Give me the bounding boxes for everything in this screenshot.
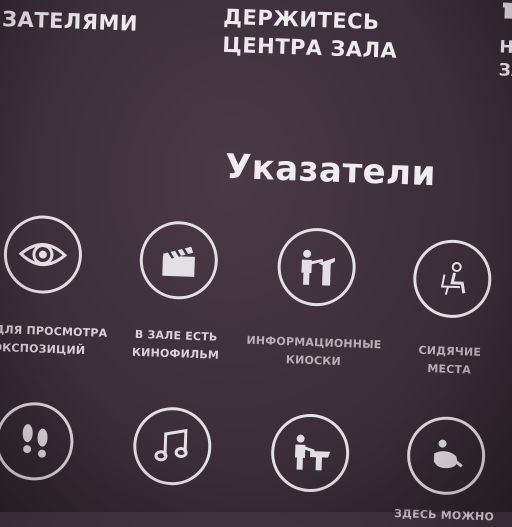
caption-info-kiosks: ИНФОРМАЦИОННЫЕ КИОСКИ <box>246 333 382 368</box>
seat-icon-circle <box>411 238 493 320</box>
footprints-icon-circle <box>0 401 75 482</box>
top-left-text: ТЕ ЗАТЕЛЯМИ <box>1 0 139 37</box>
seat-icon <box>440 262 466 295</box>
caption-seats: СИДЯЧИЕ МЕСТА <box>418 343 482 377</box>
clapperboard-icon <box>162 246 195 277</box>
top-center-text: ДЕРЖИТЕСЬ ЦЕНТРА ЗАЛА <box>221 4 398 64</box>
info-kiosk-icon <box>301 249 335 286</box>
music-note-icon-circle <box>131 405 213 487</box>
top-right-text: НЕ ЗА <box>498 37 512 82</box>
clapperboard-icon-circle <box>138 219 220 301</box>
section-heading: Указатели <box>224 146 437 195</box>
info-kiosk-icon-circle <box>276 226 357 308</box>
music-note-icon <box>154 428 188 462</box>
caption-lounging: ЗДЕСЬ МОЖНО <box>393 506 495 524</box>
caption-view-exhibits: ТО ДЛЯ ПРОСМОТРА ЭКСПОЗИЦИЙ <box>0 322 108 357</box>
lounging-person-icon-circle <box>405 415 487 497</box>
lounging-person-icon <box>433 439 463 469</box>
eye-icon <box>18 243 68 267</box>
info-desk-icon <box>294 434 331 471</box>
poster: ТЕ ЗАТЕЛЯМИ ДЕРЖИТЕСЬ ЦЕНТРА ЗАЛА НЕ ЗА … <box>0 0 512 523</box>
info-desk-icon-circle <box>269 412 351 494</box>
eye-icon-circle <box>2 214 84 295</box>
building-icon <box>502 2 512 20</box>
footprints-icon <box>22 424 48 458</box>
caption-film: В ЗАЛЕ ЕСТЬ КИНОФИЛЬМ <box>131 327 220 362</box>
